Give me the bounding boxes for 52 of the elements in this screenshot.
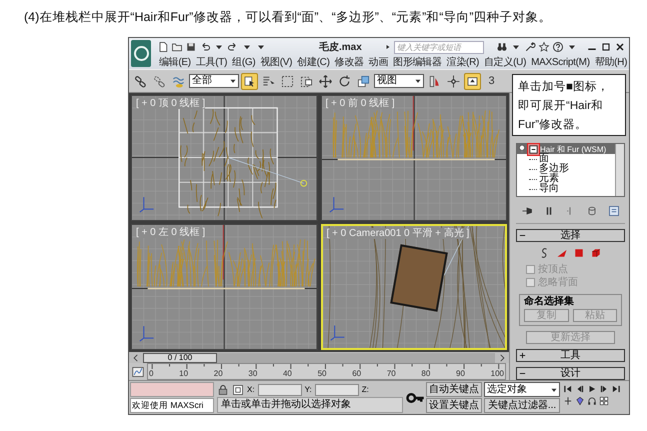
checkbox-label: 按顶点 bbox=[538, 264, 568, 275]
rollout-header[interactable]: 选择 bbox=[516, 229, 625, 242]
search-field[interactable]: 键入关键字或短语 bbox=[394, 40, 484, 54]
stack-sub-item[interactable]: 元素 bbox=[539, 174, 559, 184]
tick-label: 70 bbox=[386, 369, 396, 378]
z-label: Z: bbox=[362, 385, 369, 394]
menu-item[interactable]: 帮助(H) bbox=[594, 56, 628, 68]
menu-item[interactable]: 修改器 bbox=[334, 56, 364, 68]
menu-item[interactable]: 工具(T) bbox=[196, 56, 228, 68]
stack-sub-item[interactable]: 导向 bbox=[539, 184, 559, 194]
menu-item[interactable]: 视图(V) bbox=[260, 56, 292, 68]
menu-item[interactable]: 动画 bbox=[368, 56, 388, 68]
group-title: 命名选择集 bbox=[524, 296, 575, 307]
rollout-header[interactable]: 设计 bbox=[516, 367, 625, 380]
stack-sub-item[interactable]: 面 bbox=[539, 154, 549, 164]
time-slider-thumb[interactable]: 0 / 100 bbox=[143, 352, 217, 362]
window-title: 毛皮.max bbox=[319, 40, 362, 54]
tick-label: 20 bbox=[214, 369, 223, 378]
callout-box: 单击加号■图标，即可展开“Hair和Fur”修改器。 bbox=[512, 74, 626, 136]
tick-label: 100 bbox=[490, 369, 504, 378]
menu-item[interactable]: 组(G) bbox=[232, 56, 256, 68]
key-filters-button[interactable]: 关键点过滤器... bbox=[484, 398, 560, 413]
y-label: Y: bbox=[304, 385, 312, 394]
stack-sub-item[interactable]: 多边形 bbox=[539, 164, 569, 174]
menu-item[interactable]: MAXScript(M) bbox=[531, 56, 590, 68]
rollout-header[interactable]: 工具 bbox=[516, 349, 625, 362]
tick-label: 30 bbox=[248, 369, 258, 378]
menu-item[interactable]: 图形编辑器 bbox=[393, 56, 442, 68]
time-ruler[interactable]: 0 10 20 30 40 50 60 70 80 90 100 bbox=[147, 363, 506, 380]
tick-label: 60 bbox=[352, 369, 362, 378]
auto-key-button[interactable]: 自动关键点 bbox=[426, 382, 482, 397]
menu-item[interactable]: 创建(C) bbox=[297, 56, 330, 68]
tick-label: 0 bbox=[149, 369, 154, 378]
tick-label: 40 bbox=[282, 369, 292, 378]
instruction-text: (4)在堆栈栏中展开“Hair和Fur”修改器，可以看到“面”、“多边形”、“元素”和“导向”四种子对象。 bbox=[23, 9, 553, 26]
snap-toggle[interactable]: 3 bbox=[483, 72, 500, 90]
menu-item[interactable]: 编辑(E) bbox=[159, 56, 191, 68]
set-key-button[interactable]: 设置关键点 bbox=[426, 398, 482, 413]
menu-item[interactable]: 自定义(U) bbox=[484, 56, 526, 68]
dropdown[interactable]: 视图 bbox=[374, 74, 424, 88]
checkbox-label: 忽略背面 bbox=[538, 277, 578, 288]
time-slider-track[interactable]: 0 / 100 bbox=[143, 352, 495, 362]
tick-label: 80 bbox=[421, 369, 430, 378]
x-label: X: bbox=[247, 385, 255, 394]
prompt-text: 单击或单击并拖动以选择对象 bbox=[217, 397, 403, 413]
tick-label: 50 bbox=[318, 369, 326, 378]
tick-label: 90 bbox=[456, 369, 465, 378]
key-mode-dropdown[interactable]: 选定对象 bbox=[484, 382, 560, 397]
dropdown[interactable]: 全部 bbox=[189, 74, 239, 88]
tick-label: 10 bbox=[179, 369, 188, 378]
maxscript-field[interactable]: 欢迎使用 MAXScri bbox=[130, 398, 214, 413]
menu-item[interactable]: 渲染(R) bbox=[446, 56, 480, 68]
